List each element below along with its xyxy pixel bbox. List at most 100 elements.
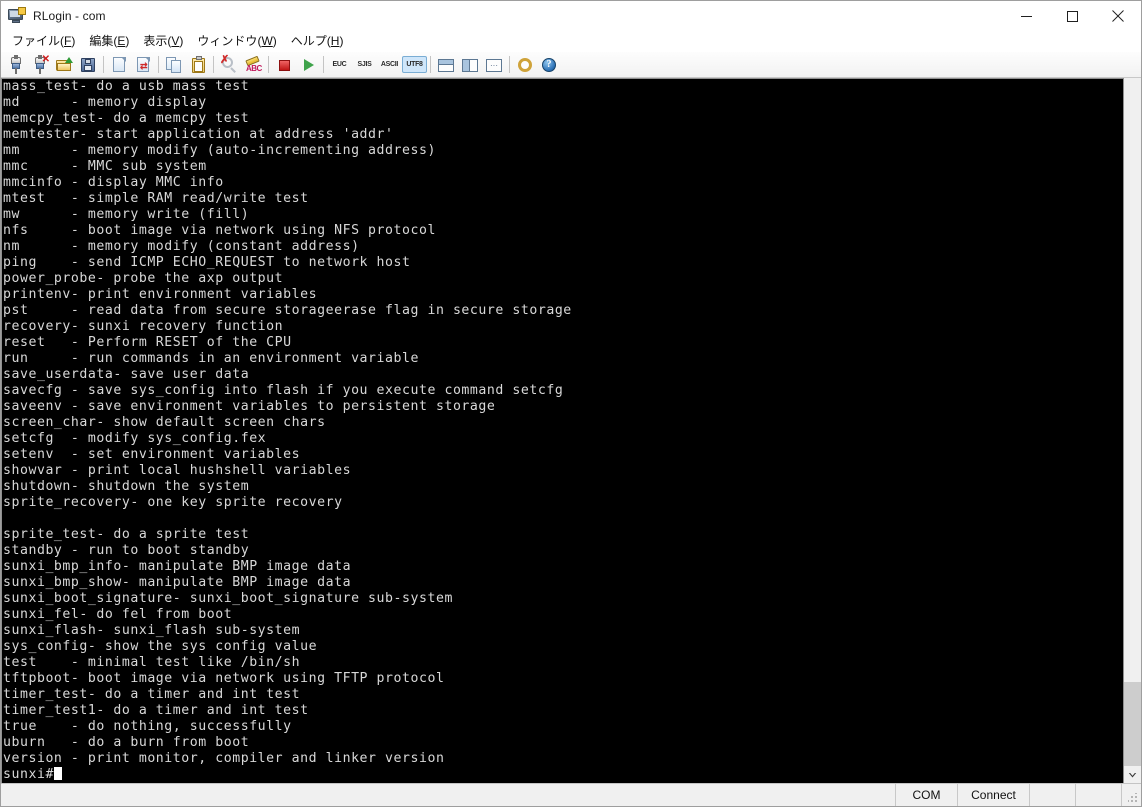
terminal-line: savecfg - save sys_config into flash if …: [3, 383, 1123, 399]
scroll-thumb[interactable]: [1124, 682, 1141, 766]
scroll-down-button[interactable]: [1124, 766, 1141, 783]
toolbar-separator: [268, 56, 269, 73]
menu-view-accel: V: [171, 34, 179, 48]
terminal-line: mmcinfo - display MMC info: [3, 175, 1123, 191]
minimize-button[interactable]: [1003, 1, 1049, 31]
terminal-line: memtester- start application at address …: [3, 127, 1123, 143]
toolbar-separator: [323, 56, 324, 73]
terminal-line: mmc - MMC sub system: [3, 159, 1123, 175]
terminal-line: test - minimal test like /bin/sh: [3, 655, 1123, 671]
status-field-1: [1029, 784, 1075, 806]
settings-button[interactable]: [513, 53, 537, 76]
new-file-button[interactable]: [107, 53, 131, 76]
highlight-abc-button[interactable]: ABC: [241, 53, 265, 76]
terminal-line: pst - read data from secure storageerase…: [3, 303, 1123, 319]
encoding-sjis-button[interactable]: SJIS: [352, 56, 377, 73]
encoding-euc-button[interactable]: EUC: [327, 56, 352, 73]
maximize-button[interactable]: [1049, 1, 1095, 31]
terminal-line: [3, 511, 1123, 527]
scroll-track[interactable]: [1124, 96, 1141, 766]
monitor-icon: [8, 7, 26, 25]
menu-edit[interactable]: 編集(E): [82, 32, 136, 51]
menu-edit-label: 編集: [89, 34, 113, 48]
save-icon: [79, 56, 97, 74]
menu-file[interactable]: ファイル(F): [5, 32, 82, 51]
scrollbar-corner: [1124, 78, 1141, 92]
clear-search-button[interactable]: ✗: [217, 53, 241, 76]
reload-icon: ⇄: [134, 56, 152, 74]
menu-window[interactable]: ウィンドウ(W): [190, 32, 283, 51]
terminal-line: sunxi_bmp_show- manipulate BMP image dat…: [3, 575, 1123, 591]
terminal-line: saveenv - save environment variables to …: [3, 399, 1123, 415]
terminal-vertical-scrollbar[interactable]: [1123, 78, 1141, 783]
paste-icon: [189, 56, 207, 74]
terminal-line: printenv- print environment variables: [3, 287, 1123, 303]
terminal-line: nfs - boot image via network using NFS p…: [3, 223, 1123, 239]
terminal-screen[interactable]: mass_test- do a usb mass testmd - memory…: [1, 78, 1123, 783]
menu-view[interactable]: 表示(V): [136, 32, 190, 51]
terminal-line: version - print monitor, compiler and li…: [3, 751, 1123, 767]
toolbar-separator: [103, 56, 104, 73]
terminal-line: sunxi_boot_signature- sunxi_boot_signatu…: [3, 591, 1123, 607]
terminal-line: save_userdata- save user data: [3, 367, 1123, 383]
rlogin-window: RLogin - com ファイル(F) 編集(E) 表示(V) ウィンドウ(W…: [0, 0, 1142, 807]
play-button[interactable]: [296, 53, 320, 76]
menu-help-label: ヘルプ: [291, 34, 327, 48]
title-bar: RLogin - com: [1, 1, 1141, 31]
toolbar: ✕: [1, 52, 1141, 78]
encoding-utf8-button[interactable]: UTF8: [402, 56, 427, 73]
terminal-line: sunxi_flash- sunxi_flash sub-system: [3, 623, 1123, 639]
copy-button[interactable]: [162, 53, 186, 76]
help-button[interactable]: ?: [537, 53, 561, 76]
terminal-line: standby - run to boot standby: [3, 543, 1123, 559]
disconnect-button[interactable]: ✕: [28, 53, 52, 76]
tab-view-button[interactable]: [482, 53, 506, 76]
paste-button[interactable]: [186, 53, 210, 76]
disconnect-icon: ✕: [31, 56, 49, 74]
split-vertical-icon: [461, 56, 479, 74]
stop-button[interactable]: [272, 53, 296, 76]
terminal-line: tftpboot- boot image via network using T…: [3, 671, 1123, 687]
close-button[interactable]: [1095, 1, 1141, 31]
menu-help-accel: H: [331, 34, 340, 48]
terminal-line: md - memory display: [3, 95, 1123, 111]
terminal-line: sunxi_fel- do fel from boot: [3, 607, 1123, 623]
terminal-prompt: sunxi#: [3, 767, 54, 782]
terminal-line: sprite_recovery- one key sprite recovery: [3, 495, 1123, 511]
menu-help[interactable]: ヘルプ(H): [284, 32, 351, 51]
menu-file-accel: F: [64, 34, 71, 48]
terminal-line: mtest - simple RAM read/write test: [3, 191, 1123, 207]
copy-icon: [165, 56, 183, 74]
terminal-line: ping - send ICMP ECHO_REQUEST to network…: [3, 255, 1123, 271]
reload-button[interactable]: ⇄: [131, 53, 155, 76]
terminal-line: setenv - set environment variables: [3, 447, 1123, 463]
window-title: RLogin - com: [33, 9, 106, 23]
encoding-ascii-button[interactable]: ASCII: [377, 56, 402, 73]
window-controls: [1003, 1, 1141, 31]
terminal-line: shutdown- shutdown the system: [3, 479, 1123, 495]
split-vertical-button[interactable]: [458, 53, 482, 76]
menu-window-label: ウィンドウ: [197, 34, 257, 48]
terminal-line: mw - memory write (fill): [3, 207, 1123, 223]
connect-button[interactable]: [4, 53, 28, 76]
resize-grip[interactable]: [1121, 784, 1141, 806]
split-horizontal-button[interactable]: [434, 53, 458, 76]
terminal-line: uburn - do a burn from boot: [3, 735, 1123, 751]
toolbar-separator: [509, 56, 510, 73]
split-horizontal-icon: [437, 56, 455, 74]
clear-search-icon: ✗: [220, 56, 238, 74]
terminal-line: power_probe- probe the axp output: [3, 271, 1123, 287]
save-button[interactable]: [76, 53, 100, 76]
play-icon: [299, 56, 317, 74]
gear-icon: [516, 56, 534, 74]
terminal-line: nm - memory modify (constant address): [3, 239, 1123, 255]
status-bar: COM Connect: [1, 783, 1141, 806]
status-connection: Connect: [957, 784, 1029, 806]
toolbar-separator: [158, 56, 159, 73]
terminal-line: recovery- sunxi recovery function: [3, 319, 1123, 335]
toolbar-separator: [430, 56, 431, 73]
open-folder-icon: [55, 56, 73, 74]
terminal-line: setcfg - modify sys_config.fex: [3, 431, 1123, 447]
terminal-line: reset - Perform RESET of the CPU: [3, 335, 1123, 351]
open-folder-button[interactable]: [52, 53, 76, 76]
